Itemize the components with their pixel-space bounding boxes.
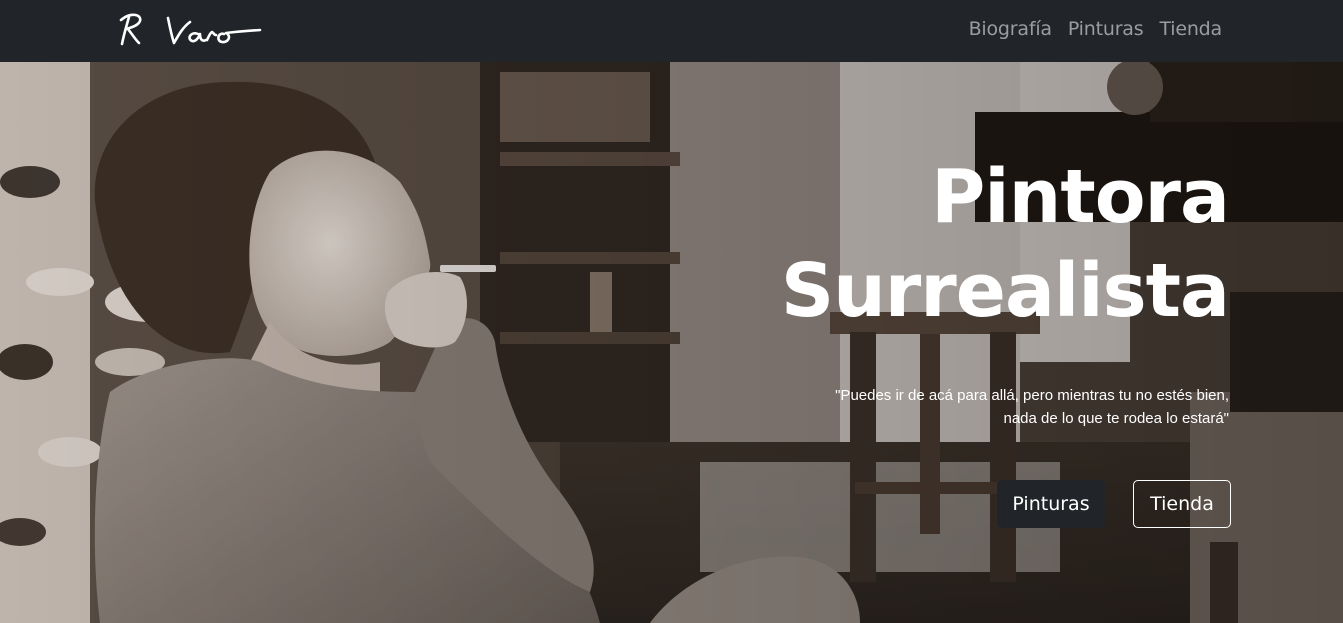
hero-photo <box>0 62 1343 623</box>
brand-signature-logo[interactable] <box>112 10 264 52</box>
hero-quote-line-1: "Puedes ir de acá para allá, pero mientr… <box>835 387 1229 404</box>
hero-section: Pintora Surrealista "Puedes ir de acá pa… <box>0 62 1343 623</box>
navbar: Biografía Pinturas Tienda <box>0 0 1343 62</box>
hero-quote: "Puedes ir de acá para allá, pero mientr… <box>729 384 1229 430</box>
hero-quote-line-2: nada de lo que te rodea lo estará" <box>1003 410 1230 427</box>
hero-title-line-2: Surrealista <box>780 248 1230 334</box>
tienda-button[interactable]: Tienda <box>1133 480 1231 528</box>
nav-link-biografia[interactable]: Biografía <box>969 18 1052 40</box>
hero-title-line-1: Pintora <box>931 154 1230 240</box>
signature-icon <box>119 13 262 46</box>
nav-link-pinturas[interactable]: Pinturas <box>1068 18 1144 40</box>
pinturas-button[interactable]: Pinturas <box>997 480 1105 528</box>
main-nav: Biografía Pinturas Tienda <box>969 18 1223 40</box>
nav-link-tienda[interactable]: Tienda <box>1159 18 1222 40</box>
hero-title: Pintora Surrealista <box>669 150 1230 338</box>
